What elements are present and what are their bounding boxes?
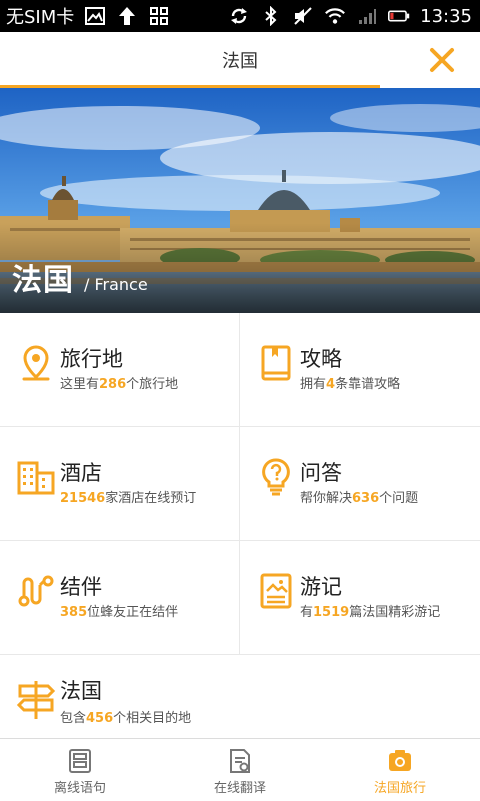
- camera-icon: [389, 750, 411, 771]
- card-desc: 21546家酒店在线预订: [60, 491, 197, 506]
- upload-icon: [116, 5, 138, 27]
- card-title: 结伴: [60, 575, 102, 599]
- building-icon: [17, 461, 55, 495]
- tab-label: 在线翻译: [213, 781, 266, 796]
- close-icon[interactable]: [426, 44, 458, 76]
- image-notification-icon: [84, 5, 106, 27]
- phrasebook-icon: [69, 749, 91, 773]
- tab-offline-phrases[interactable]: 离线语句: [0, 739, 160, 801]
- card-title: 酒店: [60, 461, 102, 485]
- bluetooth-icon: [260, 5, 282, 27]
- card-title: 问答: [300, 461, 342, 485]
- card-title: 旅行地: [60, 347, 123, 371]
- page-title: 法国: [222, 51, 258, 72]
- hero-title-en: / France: [84, 275, 148, 294]
- card-destinations[interactable]: 旅行地 这里有286个旅行地: [0, 313, 240, 426]
- card-travelogues[interactable]: 游记 有1519篇法国精彩游记: [240, 541, 480, 654]
- card-desc: 包含456个相关目的地: [60, 711, 192, 726]
- card-desc: 帮你解决636个问题: [300, 491, 419, 506]
- card-desc: 这里有286个旅行地: [60, 377, 179, 392]
- feature-grid: 旅行地 这里有286个旅行地 攻略 拥有4条靠谱攻略 酒店 21546家酒店在线…: [0, 313, 480, 741]
- card-title: 攻略: [300, 347, 342, 371]
- location-pin-icon: [22, 345, 50, 381]
- journal-icon: [260, 573, 292, 609]
- card-desc: 有1519篇法国精彩游记: [300, 605, 441, 620]
- tab-label: 法国旅行: [373, 781, 426, 796]
- clock: 13:35: [420, 5, 472, 27]
- hero-banner: 法国 / France: [0, 88, 480, 313]
- translate-doc-icon: [230, 749, 250, 773]
- tab-online-translate[interactable]: 在线翻译: [160, 739, 320, 801]
- tab-country-travel[interactable]: 法国旅行: [320, 739, 480, 801]
- route-icon: [18, 575, 54, 607]
- sync-icon: [228, 5, 250, 27]
- tab-label: 离线语句: [53, 781, 106, 796]
- card-title: 法国: [60, 679, 102, 703]
- card-qa[interactable]: 问答 帮你解决636个问题: [240, 427, 480, 540]
- card-title: 游记: [300, 575, 342, 599]
- card-country-destinations[interactable]: 法国 包含456个相关目的地: [0, 655, 480, 741]
- card-desc: 拥有4条靠谱攻略: [300, 377, 401, 392]
- lightbulb-question-icon: [262, 458, 290, 496]
- book-icon: [261, 345, 291, 381]
- mute-icon: [292, 5, 314, 27]
- bottom-tab-bar: 离线语句 在线翻译 法国旅行: [0, 738, 480, 801]
- card-companions[interactable]: 结伴 385位蜂友正在结伴: [0, 541, 240, 654]
- card-desc: 385位蜂友正在结伴: [60, 605, 179, 620]
- card-hotels[interactable]: 酒店 21546家酒店在线预订: [0, 427, 240, 540]
- carrier-label: 无SIM卡: [6, 7, 75, 28]
- grid-apps-icon: [148, 5, 170, 27]
- top-header: 法国: [0, 32, 480, 88]
- signal-icon: [356, 5, 378, 27]
- hero-title-cn: 法国: [12, 263, 74, 298]
- hero-caption: 法国 / France: [12, 255, 148, 299]
- wifi-icon: [324, 5, 346, 27]
- signpost-icon: [16, 681, 56, 719]
- battery-icon: [388, 5, 410, 27]
- status-bar: 无SIM卡 13:35: [0, 0, 480, 32]
- card-guides[interactable]: 攻略 拥有4条靠谱攻略: [240, 313, 480, 426]
